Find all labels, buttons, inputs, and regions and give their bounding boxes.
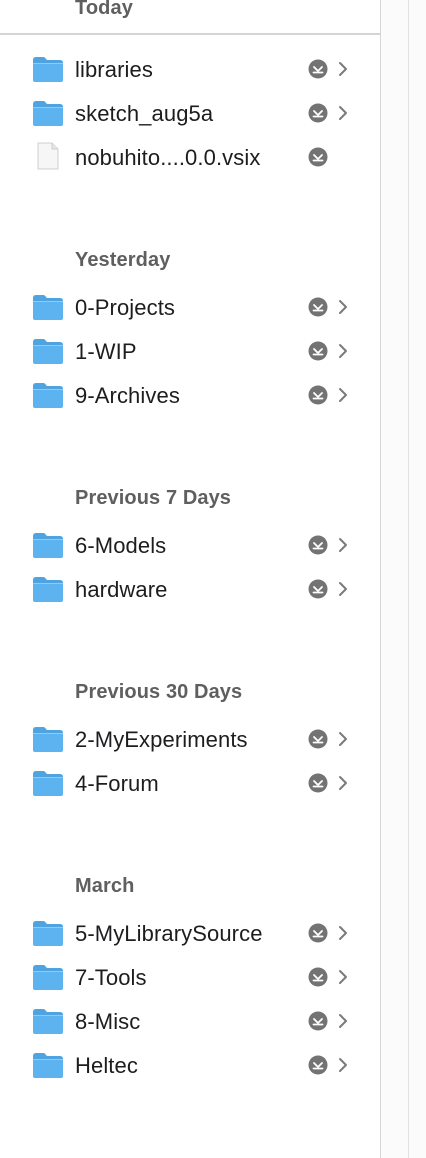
item-label: 1-WIP bbox=[75, 339, 137, 364]
item-label: nobuhito....0.0.vsix bbox=[75, 145, 261, 170]
section-header-previous-30-days: Previous 30 Days bbox=[75, 681, 243, 703]
chevron-right-icon bbox=[339, 732, 347, 746]
folder-icon bbox=[33, 101, 63, 126]
cloud-downloaded-icon bbox=[308, 967, 328, 987]
chevron-right-icon bbox=[339, 300, 347, 314]
list-item-heltec[interactable]: Heltec bbox=[0, 1046, 380, 1086]
chevron-right-icon bbox=[339, 62, 347, 76]
list-item-0-projects[interactable]: 0-Projects bbox=[0, 288, 380, 328]
list-item-6-models[interactable]: 6-Models bbox=[0, 526, 380, 566]
folder-icon bbox=[33, 57, 63, 82]
folder-icon bbox=[33, 533, 63, 558]
cloud-downloaded-icon bbox=[308, 147, 328, 167]
item-label: 5-MyLibrarySource bbox=[75, 921, 263, 946]
cloud-downloaded-icon bbox=[308, 535, 328, 555]
list-item-sketch-aug5a[interactable]: sketch_aug5a bbox=[0, 94, 380, 134]
cloud-downloaded-icon bbox=[308, 579, 328, 599]
chevron-right-icon bbox=[339, 344, 347, 358]
chevron-right-icon bbox=[339, 538, 347, 552]
chevron-right-icon bbox=[339, 1058, 347, 1072]
folder-icon bbox=[33, 295, 63, 320]
section-header-previous-7-days: Previous 7 Days bbox=[75, 487, 232, 509]
cloud-downloaded-icon bbox=[308, 1011, 328, 1031]
list-item-9-archives[interactable]: 9-Archives bbox=[0, 376, 380, 416]
chevron-right-icon bbox=[339, 1014, 347, 1028]
folder-icon bbox=[33, 921, 63, 946]
folder-icon bbox=[33, 1009, 63, 1034]
item-label: 4-Forum bbox=[75, 771, 159, 796]
chevron-right-icon bbox=[339, 582, 347, 596]
list-item-7-tools[interactable]: 7-Tools bbox=[0, 958, 380, 998]
folder-icon bbox=[33, 339, 63, 364]
folder-icon bbox=[33, 771, 63, 796]
list-item-4-forum[interactable]: 4-Forum bbox=[0, 764, 380, 804]
item-label: 2-MyExperiments bbox=[75, 727, 248, 752]
cloud-downloaded-icon bbox=[308, 385, 328, 405]
section-header-yesterday: Yesterday bbox=[75, 249, 171, 271]
item-label: Heltec bbox=[75, 1053, 138, 1078]
item-label: 0-Projects bbox=[75, 295, 176, 320]
cloud-downloaded-icon bbox=[308, 923, 328, 943]
folder-icon bbox=[33, 727, 63, 752]
chevron-right-icon bbox=[339, 970, 347, 984]
cloud-downloaded-icon bbox=[308, 1055, 328, 1075]
cloud-downloaded-icon bbox=[308, 103, 328, 123]
document-icon bbox=[37, 142, 59, 170]
folder-icon bbox=[33, 577, 63, 602]
cloud-downloaded-icon bbox=[308, 773, 328, 793]
item-label: 9-Archives bbox=[75, 383, 180, 408]
list-item-hardware[interactable]: hardware bbox=[0, 570, 380, 610]
cloud-downloaded-icon bbox=[308, 729, 328, 749]
finder-column-view: Today libraries sketch_aug5a nobuhito...… bbox=[0, 0, 380, 1158]
cloud-downloaded-icon bbox=[308, 297, 328, 317]
chevron-right-icon bbox=[339, 106, 347, 120]
chevron-right-icon bbox=[339, 776, 347, 790]
item-label: hardware bbox=[75, 577, 168, 602]
item-label: sketch_aug5a bbox=[75, 101, 214, 126]
chevron-right-icon bbox=[339, 388, 347, 402]
list-item-vsix-file[interactable]: nobuhito....0.0.vsix bbox=[0, 138, 380, 178]
folder-icon bbox=[33, 1053, 63, 1078]
cloud-downloaded-icon bbox=[308, 341, 328, 361]
chevron-right-icon bbox=[339, 926, 347, 940]
list-item-1-wip[interactable]: 1-WIP bbox=[0, 332, 380, 372]
list-item-5-mylibrarysource[interactable]: 5-MyLibrarySource bbox=[0, 914, 380, 954]
section-header-today: Today bbox=[75, 0, 133, 19]
list-item-libraries[interactable]: libraries bbox=[0, 50, 380, 90]
section-header-march: March bbox=[75, 875, 135, 897]
cloud-downloaded-icon bbox=[308, 59, 328, 79]
folder-icon bbox=[33, 965, 63, 990]
next-column-pane bbox=[381, 0, 426, 1158]
item-label: libraries bbox=[75, 57, 153, 82]
list-item-8-misc[interactable]: 8-Misc bbox=[0, 1002, 380, 1042]
column-divider-secondary bbox=[408, 0, 409, 1158]
list-item-2-myexperiments[interactable]: 2-MyExperiments bbox=[0, 720, 380, 760]
item-label: 7-Tools bbox=[75, 965, 147, 990]
folder-icon bbox=[33, 383, 63, 408]
header-divider bbox=[0, 33, 380, 35]
item-label: 6-Models bbox=[75, 533, 167, 558]
item-label: 8-Misc bbox=[75, 1009, 141, 1034]
